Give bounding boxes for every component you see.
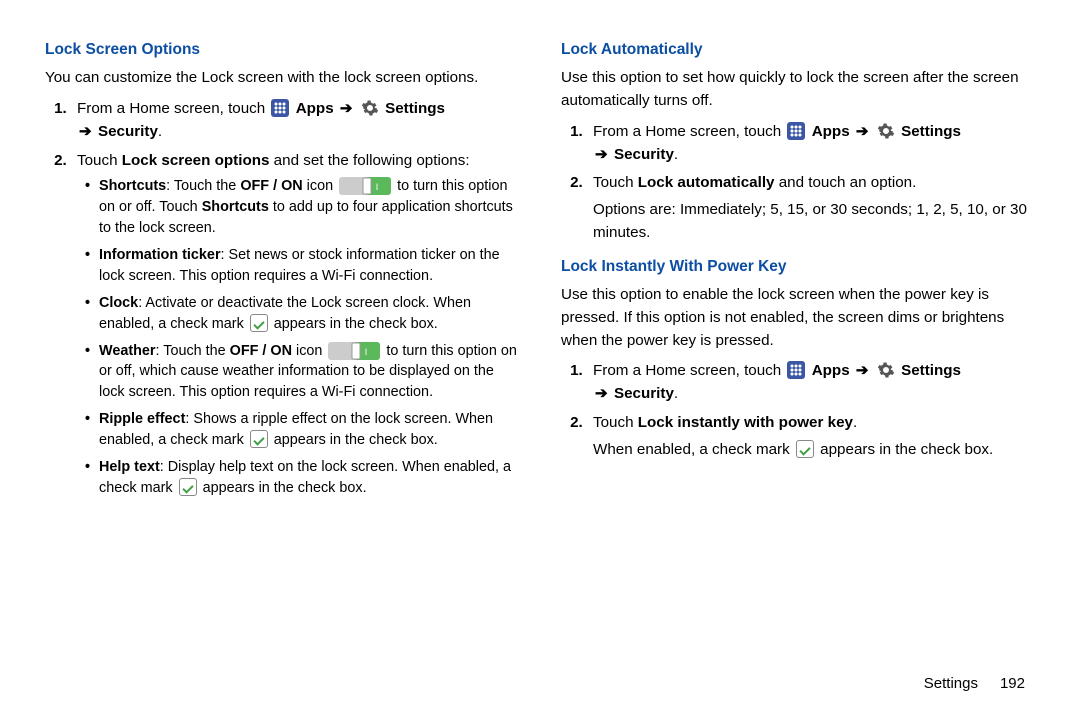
arrow-icon: ➔ [79, 123, 92, 140]
footer-section: Settings [924, 675, 978, 692]
text: Lock screen options [122, 152, 270, 169]
arrow-icon: ➔ [595, 385, 608, 402]
footer-page-number: 192 [1000, 675, 1025, 692]
page-footer: Settings 192 [924, 675, 1025, 692]
svg-text:I: I [376, 182, 379, 192]
text: and set the following options: [269, 152, 469, 169]
step-2-note: When enabled, a check mark appears in th… [593, 439, 1035, 462]
bullet-ripple-effect: Ripple effect: Shows a ripple effect on … [85, 409, 519, 451]
left-column: Lock Screen Options You can customize th… [45, 38, 519, 700]
bullet-information-ticker: Information ticker: Set news or stock in… [85, 245, 519, 287]
steps-lock-automatically: From a Home screen, touch Apps ➔ Setting… [561, 121, 1035, 245]
step-2: Touch Lock instantly with power key. Whe… [587, 412, 1035, 462]
arrow-icon: ➔ [856, 362, 869, 379]
section-title-lock-instantly: Lock Instantly With Power Key [561, 255, 1035, 278]
steps-lock-instantly: From a Home screen, touch Apps ➔ Setting… [561, 360, 1035, 461]
apps-icon [787, 361, 805, 379]
intro-lock-instantly: Use this option to enable the lock scree… [561, 284, 1035, 352]
steps-lock-screen-options: From a Home screen, touch Apps ➔ Setting… [45, 98, 519, 499]
checkmark-icon [250, 314, 268, 332]
gear-icon [877, 122, 895, 140]
checkmark-icon [250, 430, 268, 448]
bullet-clock: Clock: Activate or deactivate the Lock s… [85, 293, 519, 335]
security-label: Security [98, 123, 158, 140]
bullet-shortcuts: Shortcuts: Touch the OFF / ON icon I to … [85, 176, 519, 239]
text: From a Home screen, touch [77, 100, 269, 117]
intro-lock-automatically: Use this option to set how quickly to lo… [561, 67, 1035, 113]
intro-lock-screen-options: You can customize the Lock screen with t… [45, 67, 519, 90]
bullet-help-text: Help text: Display help text on the lock… [85, 457, 519, 499]
step-1: From a Home screen, touch Apps ➔ Setting… [587, 360, 1035, 406]
gear-icon [877, 361, 895, 379]
section-title-lock-screen-options: Lock Screen Options [45, 38, 519, 61]
settings-label: Settings [385, 100, 445, 117]
apps-icon [787, 122, 805, 140]
arrow-icon: ➔ [595, 146, 608, 163]
checkmark-icon [179, 478, 197, 496]
arrow-icon: ➔ [340, 100, 353, 117]
bullet-list: Shortcuts: Touch the OFF / ON icon I to … [77, 176, 519, 498]
bullet-weather: Weather: Touch the OFF / ON icon I to tu… [85, 341, 519, 404]
right-column: Lock Automatically Use this option to se… [561, 38, 1035, 700]
step-1: From a Home screen, touch Apps ➔ Setting… [71, 98, 519, 144]
arrow-icon: ➔ [856, 123, 869, 140]
toggle-icon: I [328, 342, 380, 360]
page: Lock Screen Options You can customize th… [0, 0, 1080, 720]
step-2: Touch Lock automatically and touch an op… [587, 172, 1035, 244]
apps-label: Apps [296, 100, 338, 117]
text: Touch [77, 152, 122, 169]
step-2: Touch Lock screen options and set the fo… [71, 150, 519, 499]
toggle-icon: I [339, 177, 391, 195]
apps-icon [271, 99, 289, 117]
checkmark-icon [796, 440, 814, 458]
svg-text:I: I [365, 347, 368, 357]
step-2-options: Options are: Immediately; 5, 15, or 30 s… [593, 199, 1035, 245]
step-1: From a Home screen, touch Apps ➔ Setting… [587, 121, 1035, 167]
section-title-lock-automatically: Lock Automatically [561, 38, 1035, 61]
gear-icon [361, 99, 379, 117]
